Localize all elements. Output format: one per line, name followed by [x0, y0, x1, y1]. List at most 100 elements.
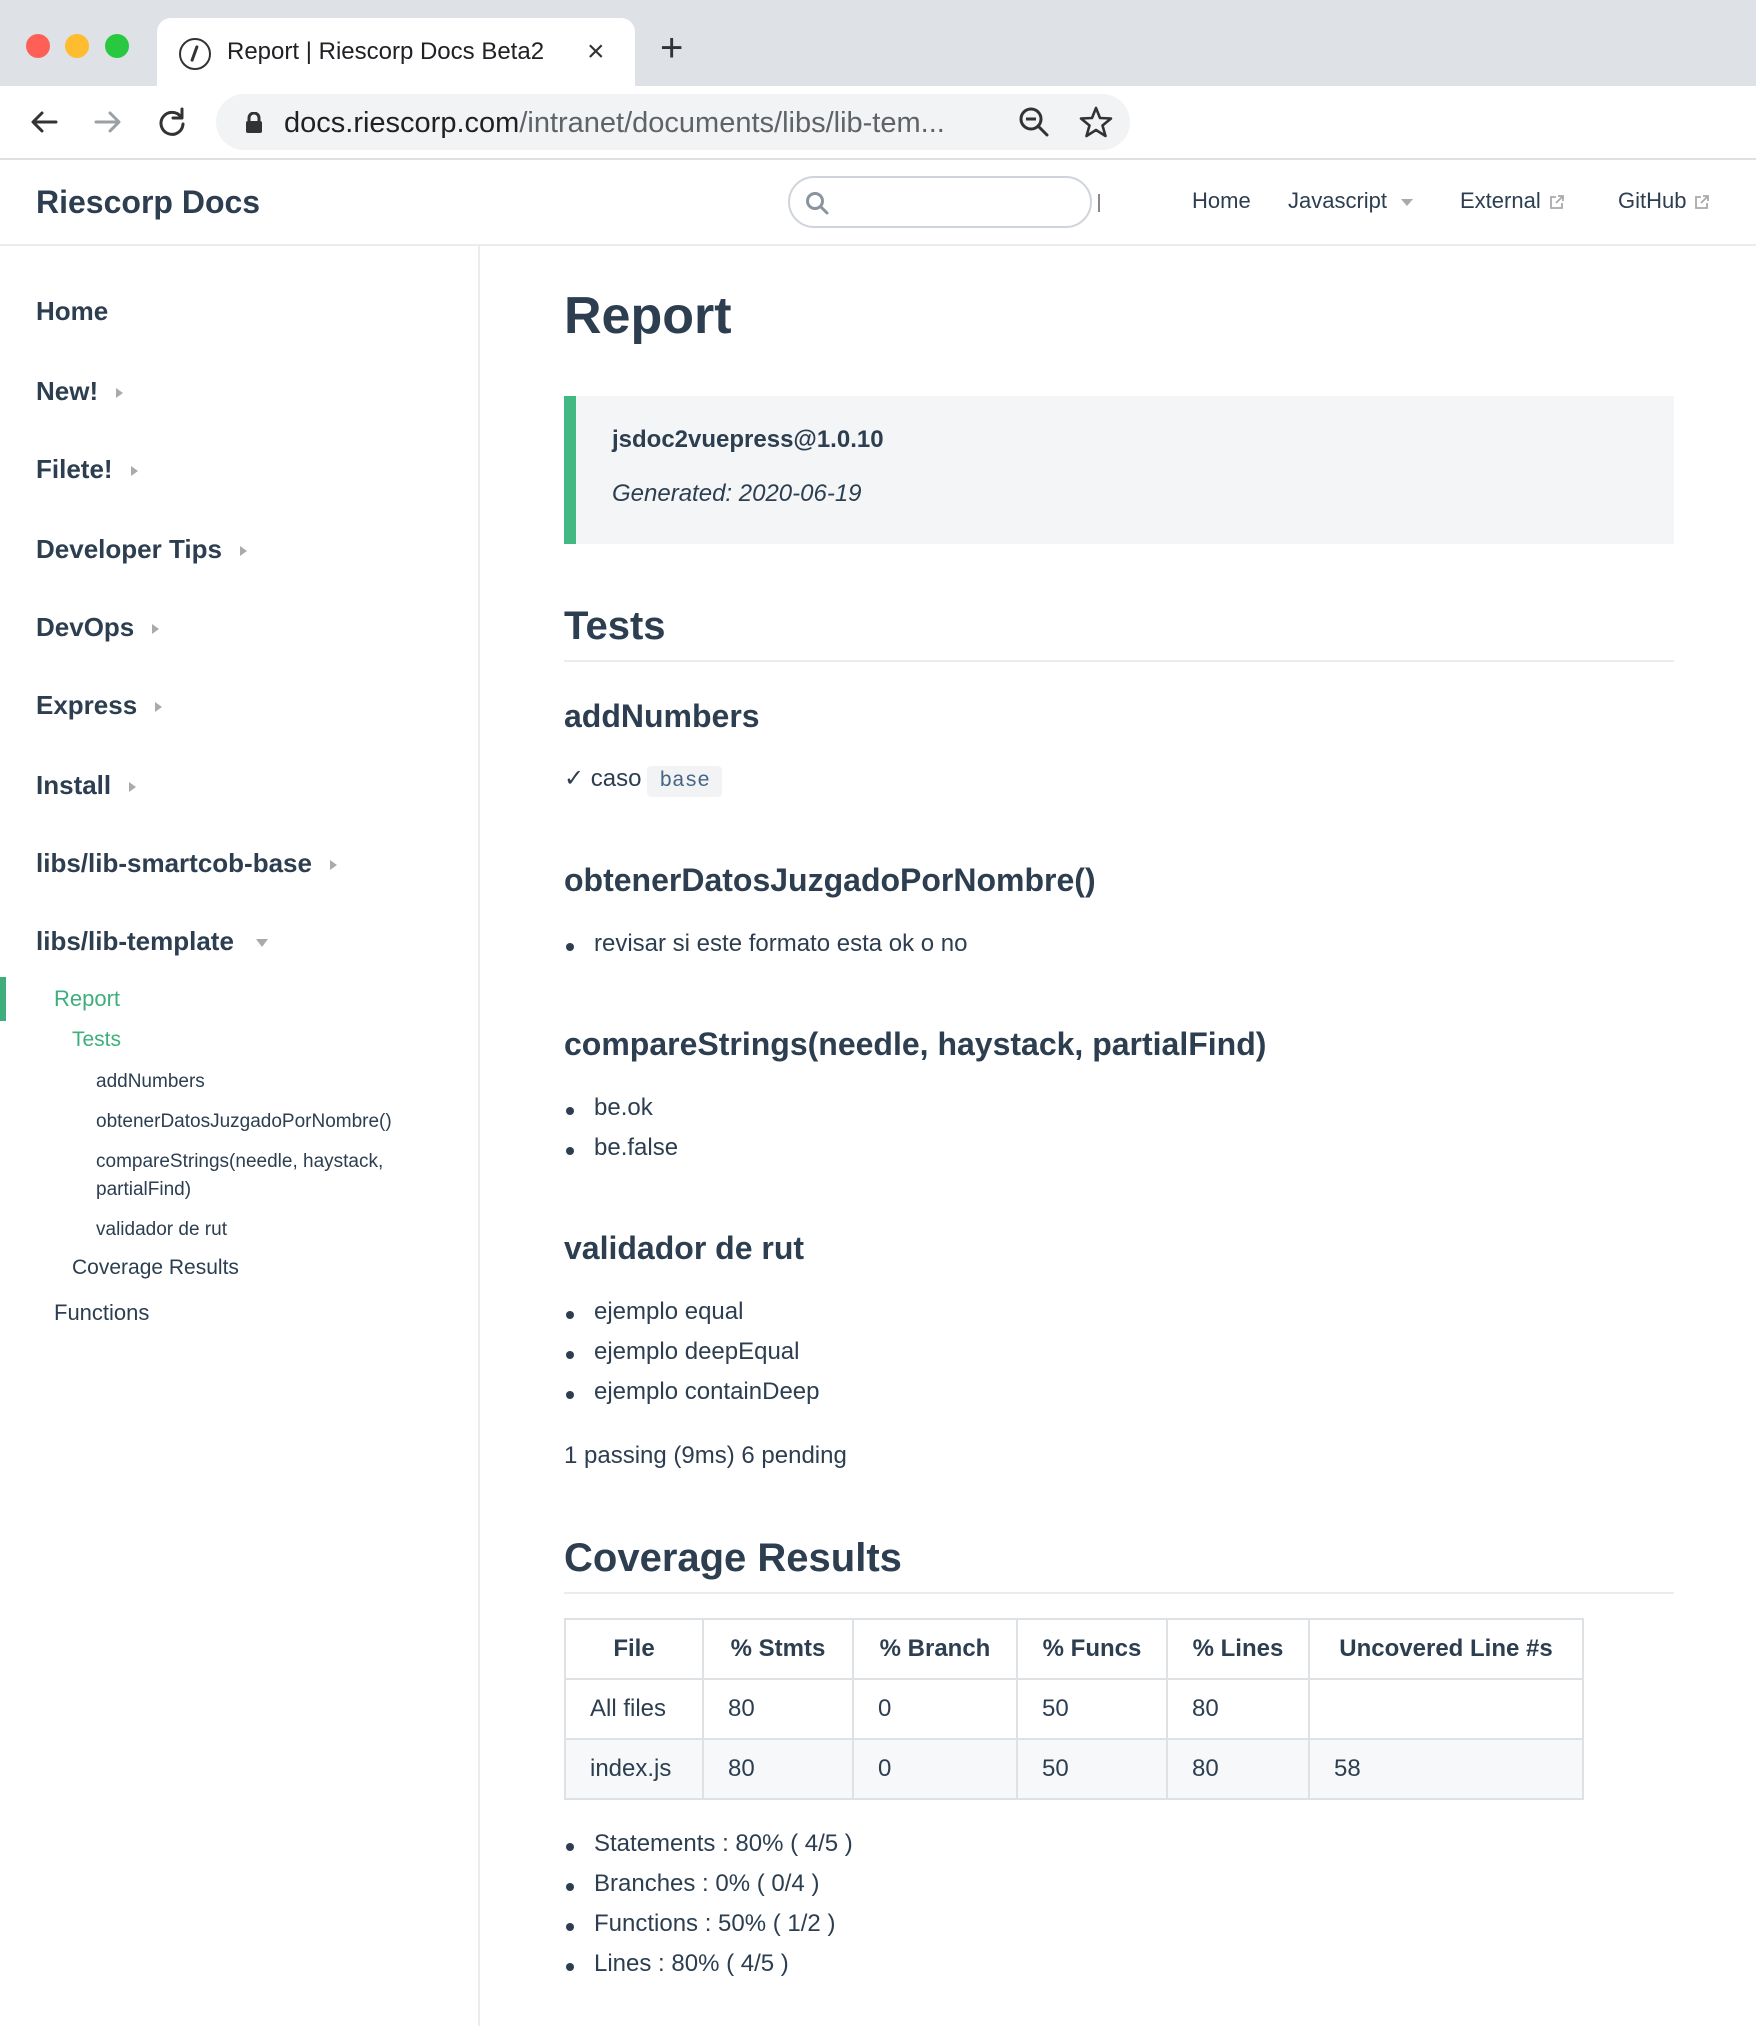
table-cell: 58 — [1308, 1738, 1584, 1800]
list-item: ejemplo deepEqual — [564, 1338, 800, 1366]
sidebar-item-home[interactable]: Home — [36, 296, 108, 327]
nav-link-home[interactable]: Home — [1192, 188, 1251, 214]
sidebar-item-addnumbers[interactable]: addNumbers — [96, 1068, 205, 1096]
sidebar-group-filete[interactable]: Filete! — [36, 454, 138, 485]
chevron-right-icon — [329, 860, 337, 871]
chevron-right-icon — [129, 782, 137, 793]
search-box[interactable] — [788, 176, 1092, 228]
list-item: be.false — [564, 1134, 678, 1162]
column-header: % Branch — [852, 1618, 1018, 1680]
sidebar-item-coverage-results[interactable]: Coverage Results — [72, 1256, 239, 1280]
sidebar-item-comparestrings[interactable]: compareStrings(needle, haystack, partial… — [96, 1148, 383, 1204]
sidebar-group-developer-tips[interactable]: Developer Tips — [36, 534, 247, 565]
search-input[interactable] — [838, 186, 1078, 220]
sidebar-item-validador[interactable]: validador de rut — [96, 1216, 227, 1244]
text-cursor — [1098, 194, 1100, 212]
new-tab-icon[interactable]: + — [660, 28, 683, 68]
addnumbers-heading: addNumbers — [564, 698, 760, 734]
chevron-down-icon — [1401, 198, 1414, 206]
list-item: Branches : 0% ( 0/4 ) — [564, 1870, 819, 1898]
table-cell: 80 — [702, 1678, 854, 1740]
column-header: % Stmts — [702, 1618, 854, 1680]
list-item: Lines : 80% ( 4/5 ) — [564, 1950, 789, 1978]
external-link-icon — [1695, 195, 1710, 210]
browser-toolbar: docs.riescorp.com/intranet/documents/lib… — [0, 86, 1756, 160]
table-cell: 80 — [1166, 1678, 1310, 1740]
test-result: ✓ caso base — [564, 764, 722, 797]
chevron-right-icon — [155, 702, 163, 713]
sidebar-item-obtener[interactable]: obtenerDatosJuzgadoPorNombre() — [96, 1108, 392, 1136]
back-arrow-icon[interactable] — [22, 100, 66, 144]
table-cell — [1308, 1678, 1584, 1740]
table-row: All files 80 0 50 80 — [564, 1678, 1584, 1740]
table-cell: 0 — [852, 1738, 1018, 1800]
chevron-right-icon — [130, 466, 138, 477]
table-cell: 0 — [852, 1678, 1018, 1740]
sidebar-group-lib-smartcob-base[interactable]: libs/lib-smartcob-base — [36, 848, 337, 879]
table-cell: index.js — [564, 1738, 704, 1800]
chevron-right-icon — [152, 624, 160, 635]
list-item: Functions : 50% ( 1/2 ) — [564, 1910, 835, 1938]
close-window-button[interactable] — [26, 34, 50, 58]
zoom-icon[interactable] — [1016, 104, 1052, 140]
nav-link-github[interactable]: GitHub — [1618, 188, 1710, 214]
sidebar: Home New! Filete! Developer Tips DevOps … — [0, 246, 480, 2026]
table-cell: All files — [564, 1678, 704, 1740]
bookmark-star-icon[interactable] — [1078, 104, 1114, 140]
address-bar[interactable]: docs.riescorp.com/intranet/documents/lib… — [216, 94, 1130, 150]
table-header-row: File % Stmts % Branch % Funcs % Lines Un… — [564, 1618, 1584, 1680]
sidebar-group-install[interactable]: Install — [36, 770, 137, 801]
coverage-table: File % Stmts % Branch % Funcs % Lines Un… — [564, 1618, 1584, 1800]
site-favicon-icon — [179, 38, 211, 70]
nav-dropdown-javascript[interactable]: Javascript — [1288, 188, 1414, 214]
list-item: ejemplo equal — [564, 1298, 743, 1326]
chevron-right-icon — [239, 546, 247, 557]
maximize-window-button[interactable] — [105, 34, 129, 58]
table-row: index.js 80 0 50 80 58 — [564, 1738, 1584, 1800]
browser-tab[interactable]: Report | Riescorp Docs Beta2 × — [157, 18, 635, 88]
column-header: % Lines — [1166, 1618, 1310, 1680]
comparestrings-heading: compareStrings(needle, haystack, partial… — [564, 1026, 1267, 1062]
table-cell: 80 — [702, 1738, 854, 1800]
sidebar-group-lib-template[interactable]: libs/lib-template — [36, 926, 268, 957]
column-header: File — [564, 1618, 704, 1680]
test-summary: 1 passing (9ms) 6 pending — [564, 1442, 847, 1469]
minimize-window-button[interactable] — [65, 34, 89, 58]
list-item: be.ok — [564, 1094, 653, 1122]
sidebar-item-functions[interactable]: Functions — [54, 1300, 149, 1326]
sidebar-item-report[interactable]: Report — [54, 986, 120, 1012]
active-indicator — [0, 977, 6, 1021]
external-link-icon — [1549, 195, 1564, 210]
close-tab-icon[interactable]: × — [587, 32, 605, 72]
url-text: docs.riescorp.com/intranet/documents/lib… — [284, 107, 945, 139]
divider — [564, 660, 1674, 662]
info-box: jsdoc2vuepress@1.0.10 Generated: 2020-06… — [564, 396, 1674, 544]
column-header: % Funcs — [1016, 1618, 1168, 1680]
info-box-title: jsdoc2vuepress@1.0.10 — [612, 426, 884, 453]
table-cell: 50 — [1016, 1738, 1168, 1800]
reload-icon[interactable] — [150, 100, 194, 144]
nav-link-external[interactable]: External — [1460, 188, 1565, 214]
info-box-generated: Generated: 2020-06-19 — [612, 480, 862, 507]
site-navbar: Riescorp Docs Home Javascript External G… — [0, 160, 1756, 246]
chevron-right-icon — [116, 388, 124, 399]
sidebar-group-devops[interactable]: DevOps — [36, 612, 160, 643]
page-title: Report — [564, 287, 732, 345]
sidebar-group-express[interactable]: Express — [36, 690, 163, 721]
chevron-down-icon — [255, 939, 268, 948]
sidebar-group-new[interactable]: New! — [36, 376, 124, 407]
tests-heading: Tests — [564, 604, 666, 648]
inline-code: base — [647, 766, 722, 797]
column-header: Uncovered Line #s — [1308, 1618, 1584, 1680]
list-item: revisar si este formato esta ok o no — [564, 930, 968, 958]
list-item: ejemplo containDeep — [564, 1378, 819, 1406]
sidebar-item-tests[interactable]: Tests — [72, 1028, 121, 1052]
divider — [564, 1592, 1674, 1594]
list-item: Statements : 80% ( 4/5 ) — [564, 1830, 853, 1858]
browser-tab-bar: Report | Riescorp Docs Beta2 × + — [0, 0, 1756, 88]
search-icon — [806, 192, 829, 215]
site-name[interactable]: Riescorp Docs — [36, 184, 260, 221]
lock-icon — [246, 112, 262, 133]
forward-arrow-icon[interactable] — [86, 100, 130, 144]
obtener-heading: obtenerDatosJuzgadoPorNombre() — [564, 862, 1096, 898]
